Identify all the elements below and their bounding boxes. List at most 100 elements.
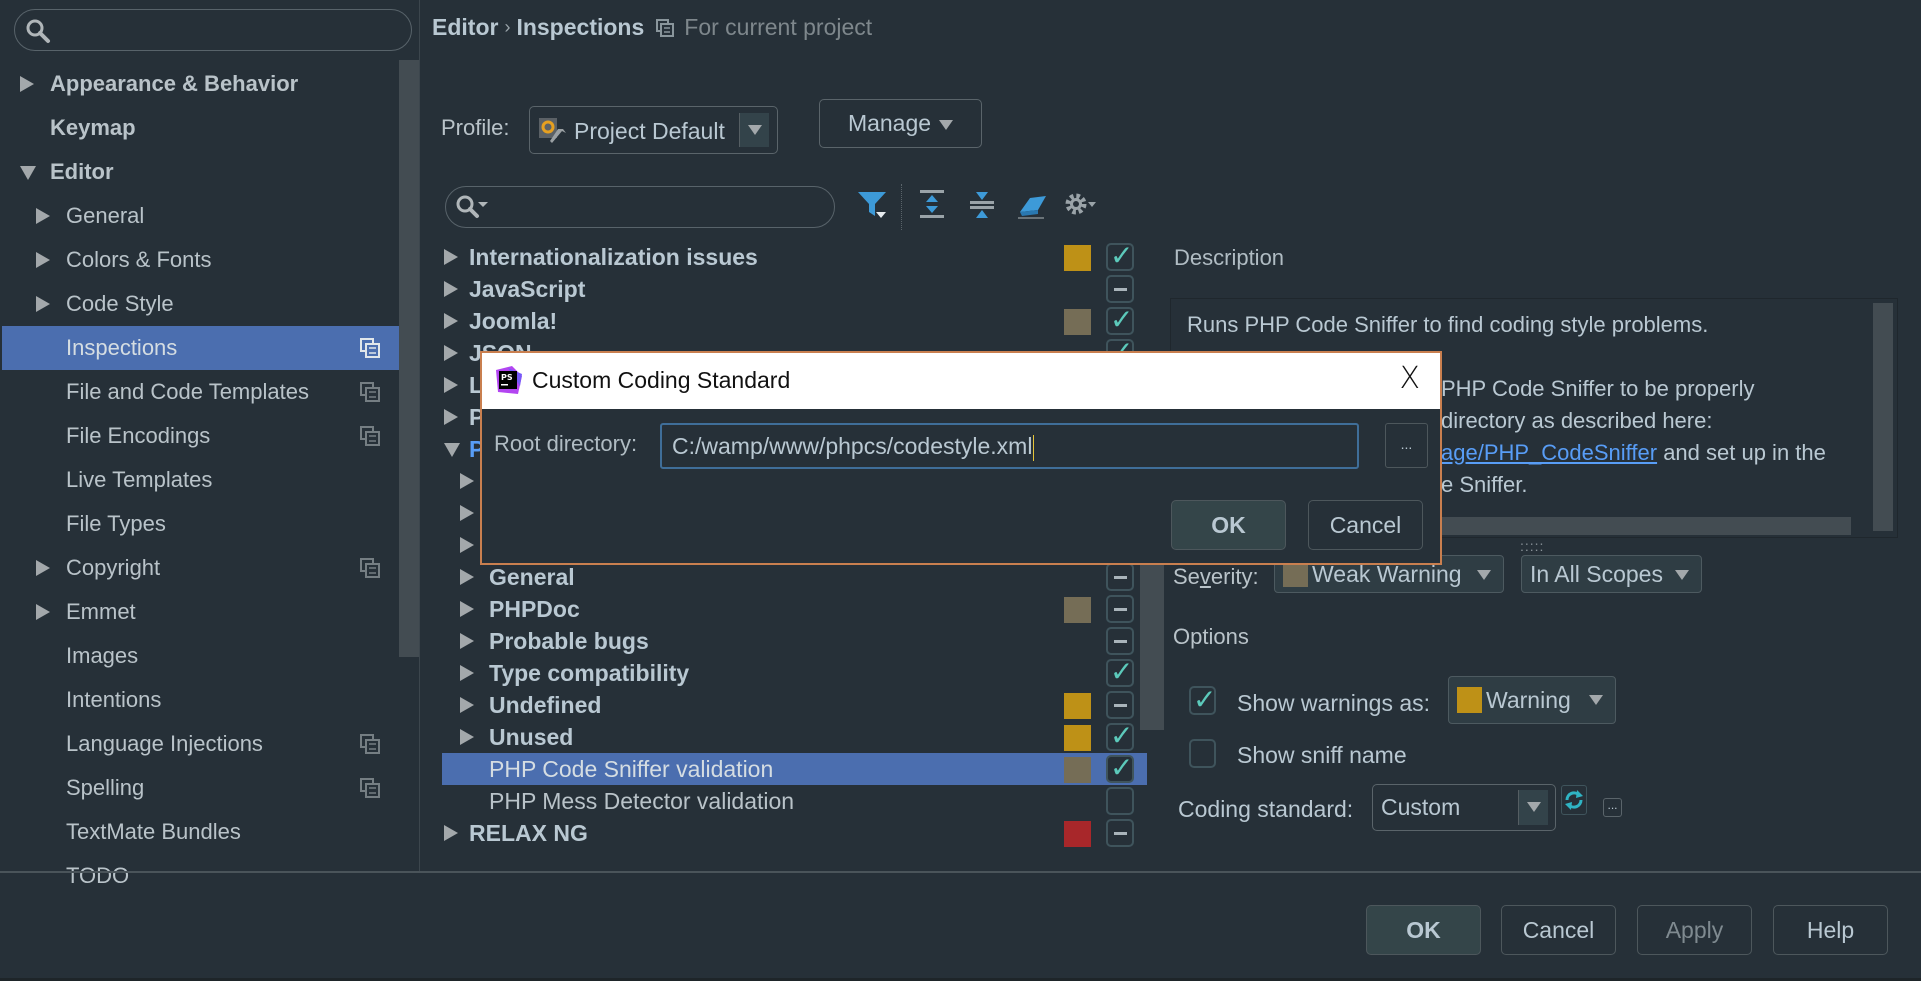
collapsed-arrow-icon[interactable] (36, 208, 50, 224)
inspection-search-input[interactable] (445, 186, 835, 228)
inspection-enabled-checkbox[interactable] (1106, 787, 1134, 815)
sidebar-item-spelling[interactable]: Spelling (2, 766, 402, 810)
collapsed-arrow-icon[interactable] (444, 409, 458, 425)
collapsed-arrow-icon[interactable] (36, 604, 50, 620)
sidebar-item-appearance-behavior[interactable]: Appearance & Behavior (2, 62, 402, 106)
collapsed-arrow-icon[interactable] (460, 697, 474, 713)
refresh-button[interactable] (1561, 785, 1587, 815)
inspection-enabled-checkbox[interactable]: ✓ (1106, 658, 1134, 687)
filter-icon[interactable] (856, 188, 888, 220)
sidebar-item-editor[interactable]: Editor (2, 150, 402, 194)
inspection-row[interactable]: Joomla! ✓ (442, 305, 1139, 337)
sidebar-scrollbar[interactable] (399, 60, 419, 657)
collapsed-arrow-icon[interactable] (460, 633, 474, 649)
inspection-row[interactable]: RELAX NG (442, 817, 1139, 849)
inspection-row[interactable]: Undefined (442, 689, 1139, 721)
profile-dropdown[interactable]: Project Default (529, 106, 778, 154)
sidebar-item-intentions[interactable]: Intentions (2, 678, 402, 722)
panel-splitter-handle[interactable]: ::::: (1520, 538, 1544, 554)
collapsed-arrow-icon[interactable] (460, 665, 474, 681)
inspection-row[interactable]: JavaScript (442, 273, 1139, 305)
sidebar-item-copyright[interactable]: Copyright (2, 546, 402, 590)
collapsed-arrow-icon[interactable] (460, 729, 474, 745)
breadcrumb-editor[interactable]: Editor (432, 14, 498, 41)
coding-standard-browse-button[interactable]: ... (1603, 798, 1622, 817)
settings-gear-icon[interactable] (1062, 188, 1102, 220)
sidebar-item-general[interactable]: General (2, 194, 402, 238)
sidebar-item-code-style[interactable]: Code Style (2, 282, 402, 326)
collapsed-arrow-icon[interactable] (460, 537, 474, 553)
collapsed-arrow-icon[interactable] (36, 296, 50, 312)
inspection-enabled-checkbox[interactable]: ✓ (1106, 754, 1134, 783)
inspection-enabled-checkbox[interactable]: ✓ (1106, 722, 1134, 751)
show-sniff-name-checkbox[interactable] (1189, 739, 1216, 768)
inspection-row[interactable]: Unused ✓ (442, 721, 1139, 753)
inspection-row[interactable]: PHP Code Sniffer validation ✓ (442, 753, 1147, 785)
inspection-enabled-checkbox[interactable] (1106, 595, 1134, 623)
reset-eraser-icon[interactable] (1016, 188, 1048, 220)
collapsed-arrow-icon[interactable] (444, 825, 458, 841)
inspection-row[interactable]: Type compatibility ✓ (442, 657, 1139, 689)
collapsed-arrow-icon[interactable] (36, 252, 50, 268)
inspection-tree-scrollbar[interactable] (1140, 560, 1164, 730)
manage-button[interactable]: Manage (819, 99, 982, 148)
collapsed-arrow-icon[interactable] (460, 601, 474, 617)
apply-button[interactable]: Apply (1637, 905, 1752, 955)
inspection-enabled-checkbox[interactable] (1106, 275, 1134, 303)
collapsed-arrow-icon[interactable] (444, 345, 458, 361)
sidebar-item-textmate-bundles[interactable]: TextMate Bundles (2, 810, 402, 854)
dialog-ok-button[interactable]: OK (1171, 500, 1286, 550)
cancel-button[interactable]: Cancel (1501, 905, 1616, 955)
collapsed-arrow-icon[interactable] (444, 249, 458, 265)
inspection-enabled-checkbox[interactable] (1106, 627, 1134, 655)
inspection-row[interactable]: Internationalization issues ✓ (442, 241, 1139, 273)
show-warnings-checkbox[interactable]: ✓ (1189, 686, 1216, 715)
collapsed-arrow-icon[interactable] (444, 377, 458, 393)
sidebar-item-language-injections[interactable]: Language Injections (2, 722, 402, 766)
collapsed-arrow-icon[interactable] (460, 505, 474, 521)
collapsed-arrow-icon[interactable] (444, 281, 458, 297)
sidebar-item-file-types[interactable]: File Types (2, 502, 402, 546)
ok-button[interactable]: OK (1366, 905, 1481, 955)
collapsed-arrow-icon[interactable] (20, 76, 34, 92)
root-directory-input[interactable]: C:/wamp/www/phpcs/codestyle.xml (660, 423, 1359, 469)
scope-dropdown[interactable]: In All Scopes (1521, 555, 1702, 593)
coding-standard-dropdown[interactable]: Custom (1372, 784, 1556, 831)
sidebar-item-file-and-code-templates[interactable]: File and Code Templates (2, 370, 402, 414)
description-vertical-scrollbar[interactable] (1873, 303, 1893, 531)
collapsed-arrow-icon[interactable] (36, 560, 50, 576)
inspection-enabled-checkbox[interactable] (1106, 563, 1134, 591)
collapse-all-icon[interactable] (966, 188, 998, 220)
codesniffer-link[interactable]: age/PHP_CodeSniffer (1441, 440, 1657, 465)
sidebar-item-inspections[interactable]: Inspections (2, 326, 402, 370)
inspection-enabled-checkbox[interactable] (1106, 691, 1134, 719)
inspection-row[interactable]: General (442, 561, 1139, 593)
profile-dropdown-arrow[interactable] (739, 113, 769, 147)
warning-level-dropdown[interactable]: Warning (1448, 676, 1616, 724)
inspection-row[interactable]: Probable bugs (442, 625, 1139, 657)
collapsed-arrow-icon[interactable] (460, 473, 474, 489)
coding-standard-dropdown-arrow[interactable] (1518, 790, 1548, 825)
collapsed-arrow-icon[interactable] (460, 569, 474, 585)
inspection-enabled-checkbox[interactable]: ✓ (1106, 306, 1134, 335)
sidebar-item-todo[interactable]: TODO (2, 854, 402, 898)
inspection-row[interactable]: PHP Mess Detector validation (442, 785, 1139, 817)
dialog-cancel-button[interactable]: Cancel (1308, 500, 1423, 550)
dialog-titlebar[interactable]: PS Custom Coding Standard X (482, 353, 1440, 409)
sidebar-item-emmet[interactable]: Emmet (2, 590, 402, 634)
browse-button[interactable]: ... (1385, 423, 1428, 468)
expanded-arrow-icon[interactable] (20, 166, 36, 180)
inspection-enabled-checkbox[interactable] (1106, 819, 1134, 847)
collapsed-arrow-icon[interactable] (444, 313, 458, 329)
inspection-row[interactable]: PHPDoc (442, 593, 1139, 625)
help-button[interactable]: Help (1773, 905, 1888, 955)
sidebar-item-file-encodings[interactable]: File Encodings (2, 414, 402, 458)
dialog-close-button[interactable]: X (1399, 361, 1420, 396)
expanded-arrow-icon[interactable] (444, 443, 460, 457)
sidebar-item-live-templates[interactable]: Live Templates (2, 458, 402, 502)
expand-all-icon[interactable] (916, 188, 948, 220)
inspection-enabled-checkbox[interactable]: ✓ (1106, 242, 1134, 271)
sidebar-item-images[interactable]: Images (2, 634, 402, 678)
sidebar-item-keymap[interactable]: Keymap (2, 106, 402, 150)
sidebar-item-colors-fonts[interactable]: Colors & Fonts (2, 238, 402, 282)
